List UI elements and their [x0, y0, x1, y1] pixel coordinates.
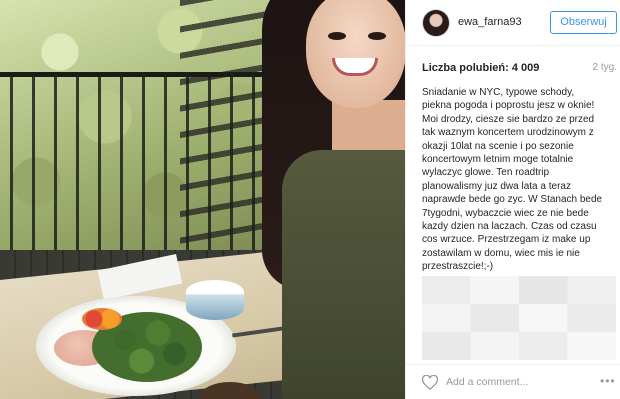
blurred-comments	[422, 276, 616, 360]
comment-bar: •••	[406, 364, 620, 399]
comment-input[interactable]	[446, 374, 586, 390]
post-caption: Sniadanie w NYC, typowe schody, piekna p…	[422, 87, 603, 286]
yogurt-cup	[186, 280, 244, 320]
post-time[interactable]: 2 tyg.	[593, 62, 617, 73]
woman-selfie	[262, 0, 405, 399]
more-options-icon[interactable]: •••	[600, 374, 618, 388]
follow-button[interactable]: Obserwuj	[550, 11, 617, 34]
tomato-and-melon	[82, 308, 122, 330]
post-photo[interactable]	[0, 0, 405, 399]
heart-icon[interactable]	[421, 374, 439, 391]
olive-top	[282, 150, 405, 399]
post-header: ewa_farna93 Obserwuj	[406, 0, 620, 46]
profile-avatar[interactable]	[422, 9, 450, 37]
balcony-railing	[0, 72, 300, 272]
username-link[interactable]: ewa_farna93	[458, 16, 522, 28]
likes-count[interactable]: Liczba polubień: 4 009	[422, 62, 539, 74]
likes-row: Liczba polubień: 4 009 2 tyg.	[422, 62, 617, 76]
post-sidebar: ewa_farna93 Obserwuj Liczba polubień: 4 …	[405, 0, 620, 399]
